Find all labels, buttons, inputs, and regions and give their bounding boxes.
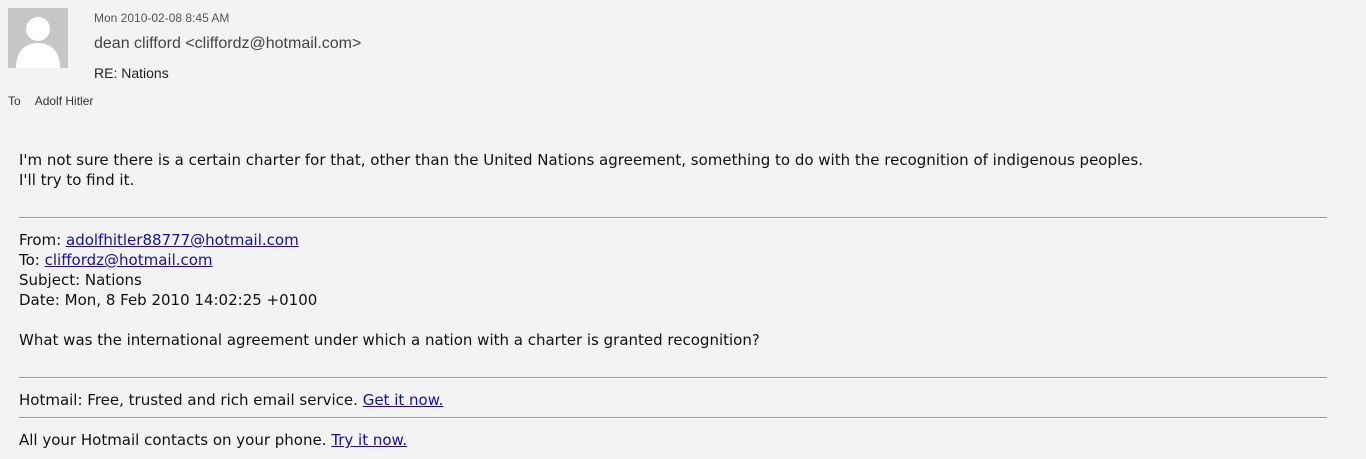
quoted-to-line: To: cliffordz@hotmail.com bbox=[19, 250, 1329, 270]
footer-ad-2-text: All your Hotmail contacts on your phone. bbox=[19, 431, 327, 449]
recipient-name[interactable]: Adolf Hitler bbox=[35, 94, 94, 108]
quoted-to-label: To: bbox=[19, 251, 40, 269]
quoted-from-email-link[interactable]: adolfhitler88777@hotmail.com bbox=[66, 231, 299, 249]
message-subject: RE: Nations bbox=[94, 65, 169, 81]
quoted-from-label: From: bbox=[19, 231, 62, 249]
message-body: I'm not sure there is a certain charter … bbox=[19, 150, 1329, 450]
quoted-subject-line: Subject: Nations bbox=[19, 271, 142, 289]
try-it-now-link[interactable]: Try it now. bbox=[331, 431, 407, 449]
person-silhouette-icon bbox=[8, 8, 68, 68]
footer-ad-2: All your Hotmail contacts on your phone.… bbox=[19, 430, 1329, 450]
quoted-question-text: What was the international agreement und… bbox=[19, 331, 760, 349]
sender-name[interactable]: dean clifford <cliffordz@hotmail.com> bbox=[94, 35, 361, 53]
quoted-from-line: From: adolfhitler88777@hotmail.com bbox=[19, 230, 1329, 250]
recipient-row: To Adolf Hitler bbox=[8, 94, 93, 108]
to-label: To bbox=[8, 94, 21, 108]
footer-ad-1: Hotmail: Free, trusted and rich email se… bbox=[19, 390, 1329, 410]
message-date: Mon 2010-02-08 8:45 AM bbox=[94, 11, 230, 25]
avatar[interactable] bbox=[8, 8, 68, 68]
footer-ad-1-text: Hotmail: Free, trusted and rich email se… bbox=[19, 391, 358, 409]
quoted-date-line: Date: Mon, 8 Feb 2010 14:02:25 +0100 bbox=[19, 291, 318, 309]
quoted-to-email-link[interactable]: cliffordz@hotmail.com bbox=[45, 251, 213, 269]
get-it-now-link[interactable]: Get it now. bbox=[363, 391, 444, 409]
reply-text-line-2: I'll try to find it. bbox=[19, 171, 135, 189]
reply-text-line-1: I'm not sure there is a certain charter … bbox=[19, 151, 1143, 169]
message-header: Mon 2010-02-08 8:45 AM dean clifford <cl… bbox=[0, 0, 1366, 120]
